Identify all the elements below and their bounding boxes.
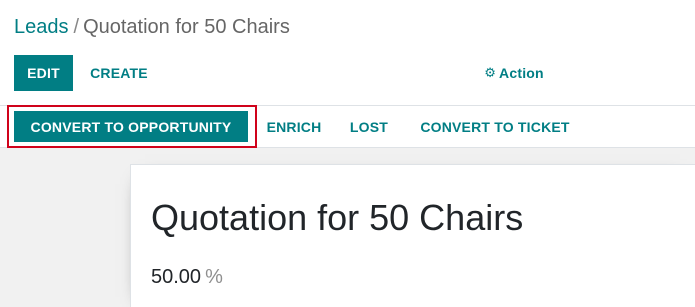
percent-unit: % <box>205 266 223 288</box>
action-dropdown-button[interactable]: ⚙ Action <box>476 55 552 91</box>
convert-to-opportunity-button[interactable]: CONVERT TO OPPORTUNITY <box>14 111 248 142</box>
breadcrumb: Leads / Quotation for 50 Chairs <box>14 15 290 39</box>
convert-to-ticket-button[interactable]: CONVERT TO TICKET <box>408 111 582 142</box>
edit-button[interactable]: EDIT <box>14 55 73 91</box>
control-panel: Leads / Quotation for 50 Chairs EDIT CREAT… <box>0 0 695 105</box>
create-button[interactable]: CREATE <box>82 55 156 91</box>
action-label: Action <box>499 65 544 81</box>
enrich-button[interactable]: ENRICH <box>258 111 330 142</box>
lost-button[interactable]: LOST <box>341 111 397 142</box>
breadcrumb-current: Quotation for 50 Chairs <box>83 16 290 38</box>
breadcrumb-separator: / <box>73 16 80 38</box>
breadcrumb-leads-link[interactable]: Leads <box>14 16 69 38</box>
lead-title-field[interactable]: Quotation for 50 Chairs <box>151 196 523 240</box>
gear-icon: ⚙ <box>484 65 497 80</box>
probability-value: 50.00 <box>151 266 202 288</box>
probability-field[interactable]: 50.00% <box>151 264 223 290</box>
